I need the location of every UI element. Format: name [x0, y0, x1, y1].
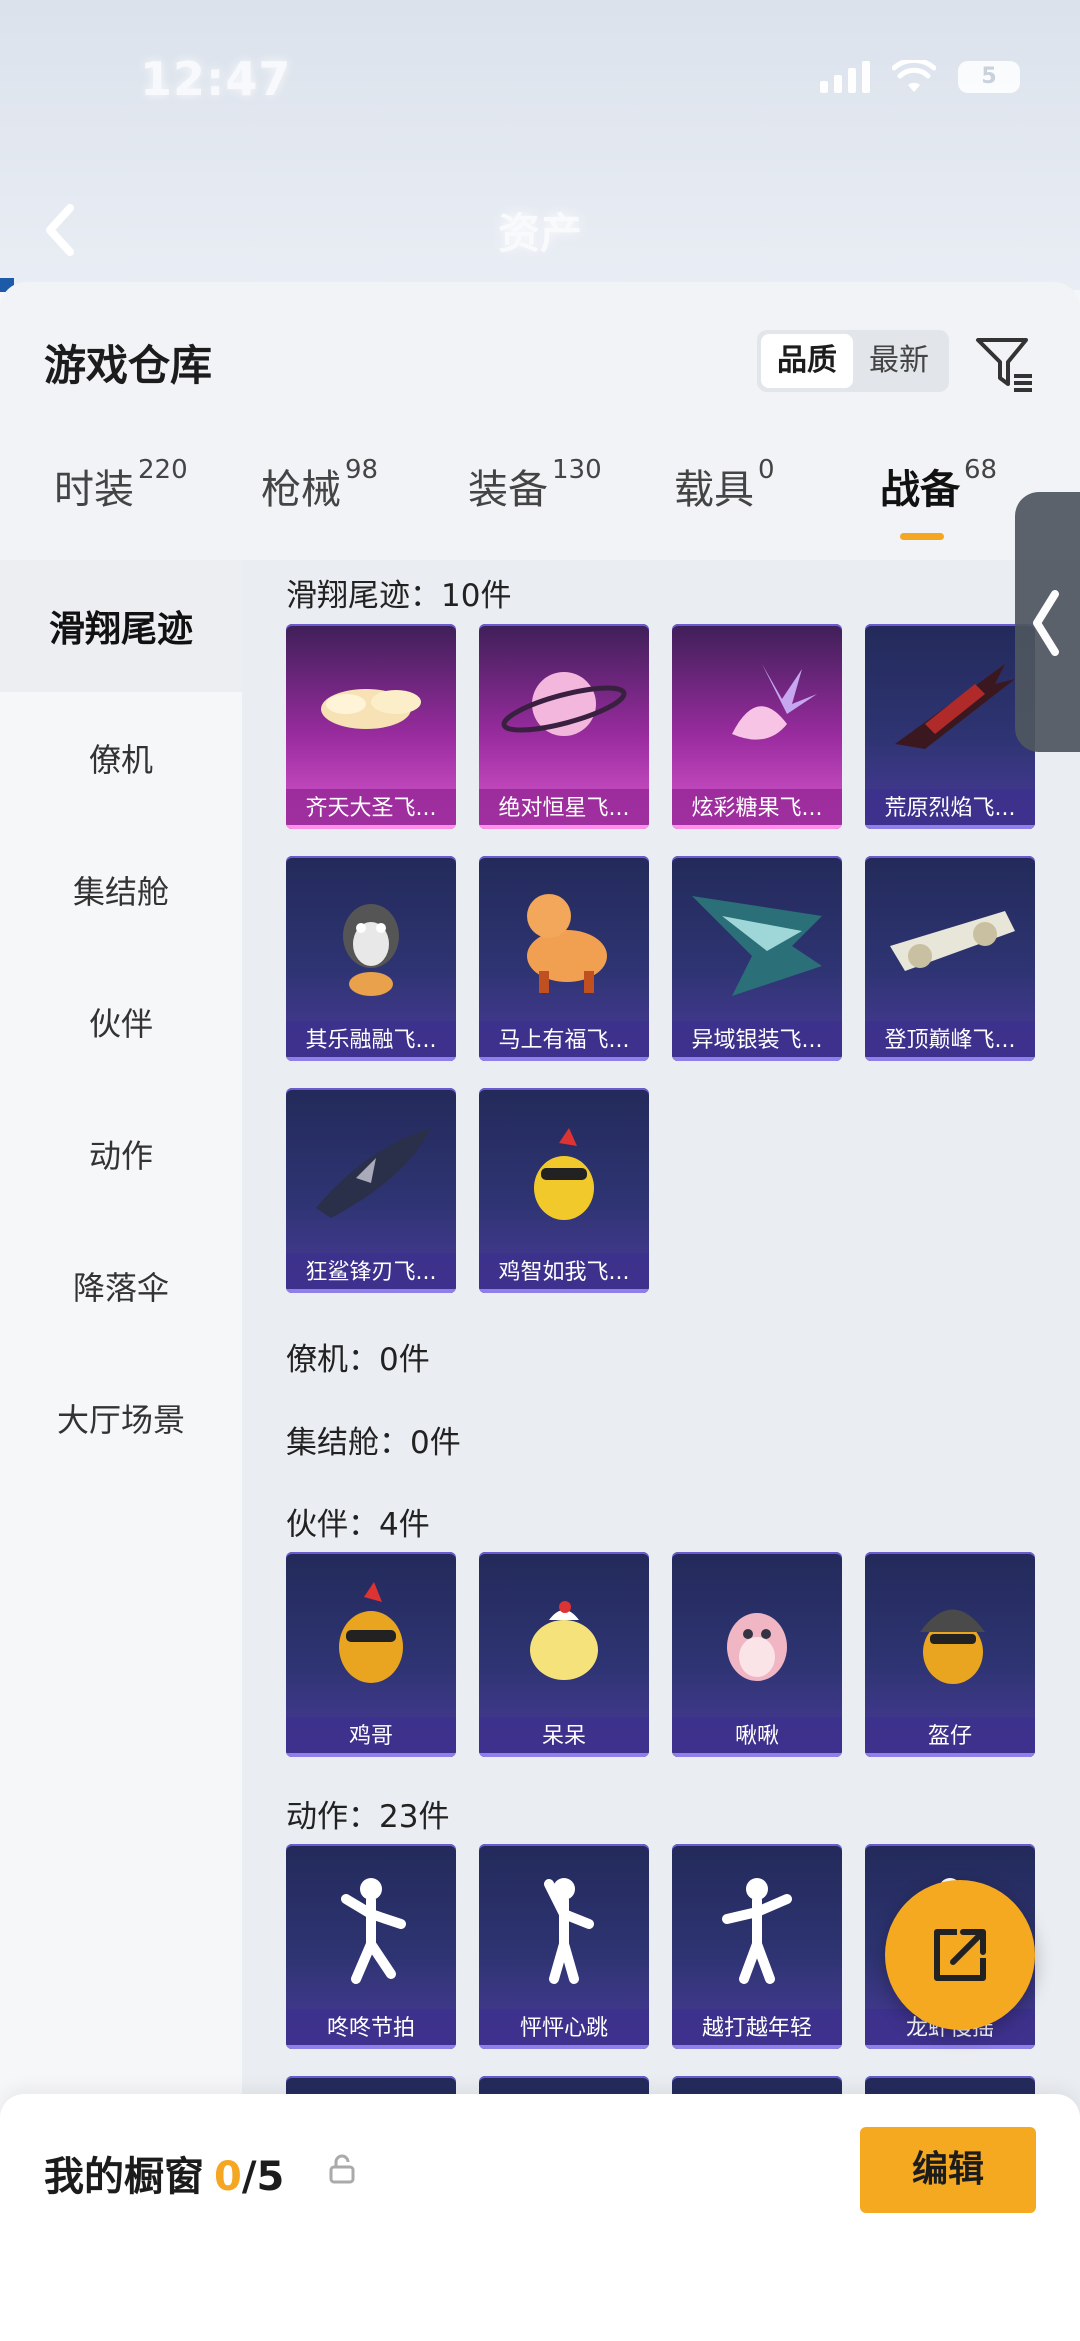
status-bar: 12:47 5 [0, 0, 1080, 150]
signal-icon [820, 61, 870, 93]
tab-fashion[interactable]: 时装 220 [54, 455, 188, 515]
item-grid-area: 滑翔尾迹：10件 齐天大圣飞... 绝对恒星飞... 炫彩糖果飞... 荒原烈焰… [242, 560, 1080, 2341]
item-card[interactable]: 其乐融融飞... [286, 856, 456, 1061]
item-card[interactable]: 呆呆 [479, 1552, 649, 1757]
section-title-wingman: 僚机：0件 [286, 1342, 430, 1378]
sidebar-item-wingman[interactable]: 僚机 [0, 692, 242, 824]
item-card[interactable]: 马上有福飞... [479, 856, 649, 1061]
chevron-left-icon [1033, 590, 1059, 656]
dancer-icon [672, 1844, 842, 2014]
sidebar-item-parachute[interactable]: 降落伞 [0, 1220, 242, 1352]
sort-quality[interactable]: 品质 [761, 334, 853, 388]
edit-button[interactable]: 编辑 [860, 2127, 1036, 2213]
horse-icon [479, 856, 649, 1026]
yellow-chick-icon [479, 1552, 649, 1722]
sidebar-item-glide-trail[interactable]: 滑翔尾迹 [0, 560, 242, 692]
item-card[interactable]: 狂鲨锋刃飞... [286, 1088, 456, 1293]
share-icon [934, 1929, 986, 1981]
showcase-current: 0 [214, 2154, 242, 2200]
cloud-icon [286, 624, 456, 794]
tab-active-indicator [900, 533, 944, 540]
item-card[interactable]: 咚咚节拍 [286, 1844, 456, 2049]
showcase-bar: 我的橱窗 0/5 编辑 [0, 2094, 1080, 2341]
filter-icon[interactable] [972, 330, 1036, 394]
item-card[interactable]: 盔仔 [865, 1552, 1035, 1757]
sidebar-item-pod[interactable]: 集结舱 [0, 824, 242, 956]
helmet-bird-icon [865, 1552, 1035, 1722]
item-card[interactable]: 越打越年轻 [672, 1844, 842, 2049]
silver-wing-icon [672, 856, 842, 1026]
tab-equipment[interactable]: 装备 130 [468, 455, 602, 515]
tab-weapons[interactable]: 枪械 98 [261, 455, 378, 515]
jet-icon [865, 856, 1035, 1026]
item-card[interactable]: 登顶巅峰飞... [865, 856, 1035, 1061]
sort-newest[interactable]: 最新 [853, 334, 945, 388]
penguin-icon [286, 856, 456, 1026]
shark-icon [286, 1088, 456, 1258]
dancer-icon [479, 1844, 649, 2014]
sheet-header: 游戏仓库 品质 最新 [0, 282, 1080, 412]
nav-title: 资产 [497, 209, 582, 258]
share-button[interactable] [885, 1880, 1035, 2030]
candy-icon [672, 624, 842, 794]
status-icons: 5 [820, 57, 1020, 94]
sidebar-item-partner[interactable]: 伙伴 [0, 956, 242, 1088]
showcase-total: /5 [241, 2154, 285, 2200]
item-card[interactable]: 齐天大圣飞... [286, 624, 456, 829]
nav-bar: 资产 [0, 160, 1080, 290]
pink-bird-icon [672, 1552, 842, 1722]
showcase-label: 我的橱窗 0/5 [44, 2154, 285, 2200]
section-title-glide: 滑翔尾迹：10件 [286, 578, 512, 614]
sidebar-item-emote[interactable]: 动作 [0, 1088, 242, 1220]
tab-vehicles[interactable]: 载具 0 [674, 455, 775, 515]
page-title: 游戏仓库 [44, 341, 213, 390]
dancer-icon [286, 1844, 456, 2014]
lock-icon[interactable] [328, 2154, 356, 2184]
warehouse-sheet: 游戏仓库 品质 最新 时装 220 枪械 98 装备 130 载具 0 战备 68 [0, 282, 1080, 2341]
flame-glider-icon [865, 624, 1035, 794]
item-card[interactable]: 异域银装飞... [672, 856, 842, 1061]
item-card[interactable]: 荒原烈焰飞... [865, 624, 1035, 829]
status-time: 12:47 [140, 52, 292, 106]
item-card[interactable]: 炫彩糖果飞... [672, 624, 842, 829]
item-card[interactable]: 怦怦心跳 [479, 1844, 649, 2049]
planet-icon [479, 624, 649, 794]
battery-icon: 5 [958, 61, 1020, 93]
section-title-partner: 伙伴：4件 [286, 1507, 430, 1543]
sidebar: 滑翔尾迹 僚机 集结舱 伙伴 动作 降落伞 大厅场景 [0, 560, 242, 2341]
item-card[interactable]: 鸡哥 [286, 1552, 456, 1757]
item-card[interactable]: 啾啾 [672, 1552, 842, 1757]
section-title-emote: 动作：23件 [286, 1799, 450, 1835]
rooster-icon [286, 1552, 456, 1722]
sidebar-item-lobby-scene[interactable]: 大厅场景 [0, 1352, 242, 1484]
wifi-icon [891, 57, 937, 94]
sort-toggle[interactable]: 品质 最新 [757, 330, 949, 392]
chick-icon [479, 1088, 649, 1258]
tab-battle-prep[interactable]: 战备 68 [880, 455, 997, 515]
section-title-pod: 集结舱：0件 [286, 1425, 461, 1461]
item-card[interactable]: 绝对恒星飞... [479, 624, 649, 829]
side-panel-toggle[interactable] [1015, 492, 1080, 752]
item-card[interactable]: 鸡智如我飞... [479, 1088, 649, 1293]
